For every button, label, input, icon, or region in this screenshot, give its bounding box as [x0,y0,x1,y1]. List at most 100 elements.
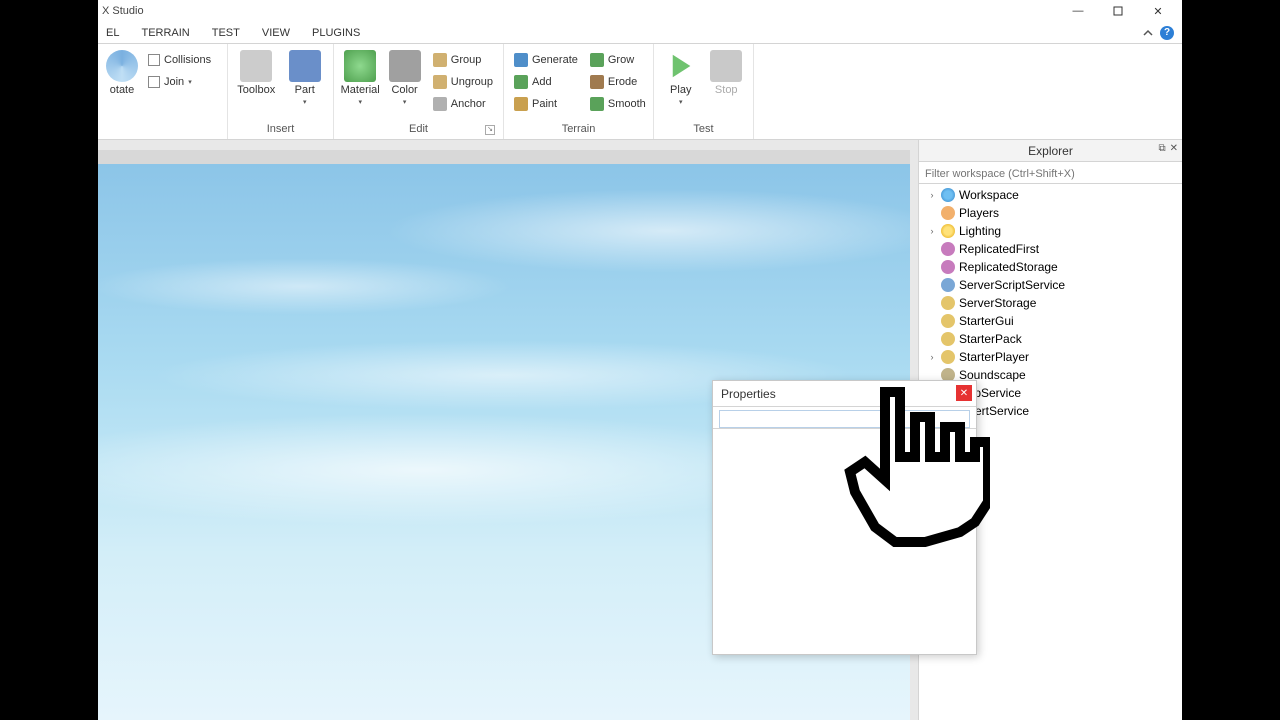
group-icon [433,53,447,67]
expand-icon[interactable]: › [927,190,937,200]
close-panel-icon[interactable]: ✕ [1170,143,1178,154]
chevron-down-icon: ▾ [403,98,407,106]
maximize-button[interactable] [1098,0,1138,22]
group-label-insert: Insert [234,121,327,137]
undock-icon[interactable]: ⧉ [1158,143,1165,154]
ribbon-group-insert: Toolbox Part ▾ Insert [228,44,334,139]
expand-icon[interactable]: › [927,226,937,236]
app-title: X Studio [102,5,144,17]
terrain-col2: Grow Erode Smooth [586,48,650,121]
tree-node-serverstorage[interactable]: ServerStorage [919,294,1182,312]
workspace-icon [941,188,955,202]
ungroup-button[interactable]: Ungroup [429,72,497,92]
tree-node-players[interactable]: Players [919,204,1182,222]
generate-button[interactable]: Generate [510,50,582,70]
color-button[interactable]: Color ▾ [384,48,424,121]
properties-panel[interactable]: Properties ✕ [712,380,977,655]
tree-node-startergui[interactable]: StarterGui [919,312,1182,330]
tree-node-label: Workspace [959,188,1019,202]
part-button[interactable]: Part ▾ [283,48,328,121]
explorer-filter [919,162,1182,184]
properties-filter [713,407,976,429]
menu-terrain[interactable]: TERRAIN [141,27,189,39]
players-icon [941,206,955,220]
tree-node-label: ReplicatedStorage [959,260,1058,274]
group-label-terrain: Terrain [510,121,647,137]
group-label-edit: Edit↘ [340,121,497,137]
main-area: Explorer ⧉ ✕ › Workspace Players ›Lighting R… [98,140,1182,720]
paint-button[interactable]: Paint [510,94,582,114]
ribbon-group-test: Play ▾ Stop Test [654,44,754,139]
tree-node-label: ReplicatedFirst [959,242,1039,256]
tree-node-label: ServerScriptService [959,278,1065,292]
expand-icon[interactable]: ↘ [485,125,495,135]
collisions-toggle[interactable]: Collisions [144,50,215,70]
chevron-down-icon: ▾ [358,98,362,106]
group-button[interactable]: Group [429,50,497,70]
properties-header[interactable]: Properties ✕ [713,381,976,407]
filter-input[interactable] [925,165,1176,183]
add-icon [514,75,528,89]
startergui-icon [941,314,955,328]
anchor-button[interactable]: Anchor [429,94,497,114]
grow-button[interactable]: Grow [586,50,650,70]
tree-node-lighting[interactable]: ›Lighting [919,222,1182,240]
checkbox-icon [148,54,160,66]
tree-node-label: StarterGui [959,314,1014,328]
edit-smallbuttons: Group Ungroup Anchor [429,48,497,121]
chevron-down-icon: ▾ [188,78,192,86]
terrain-col1: Generate Add Paint [510,48,582,121]
stop-icon [710,50,742,82]
ribbon-group-terrain: Generate Add Paint Grow Erode Smooth Ter… [504,44,654,139]
grow-icon [590,53,604,67]
serverscriptservice-icon [941,278,955,292]
smooth-icon [590,97,604,111]
help-icon[interactable]: ? [1160,26,1174,40]
starterplayer-icon [941,350,955,364]
material-button[interactable]: Material ▾ [340,48,380,121]
generate-icon [514,53,528,67]
part-icon [289,50,321,82]
color-icon [389,50,421,82]
expand-icon[interactable]: › [927,352,937,362]
ribbon: otate Collisions Join ▾ [98,44,1182,140]
tree-node-label: Players [959,206,999,220]
tree-node-starterpack[interactable]: StarterPack [919,330,1182,348]
tree-node-starterplayer[interactable]: › StarterPlayer [919,348,1182,366]
panel-controls: ⧉ ✕ [1158,143,1178,154]
toolbox-button[interactable]: Toolbox [234,48,279,121]
paint-icon [514,97,528,111]
properties-close-button[interactable]: ✕ [956,385,972,401]
tree-node-workspace[interactable]: › Workspace [919,186,1182,204]
minimize-button[interactable]: — [1058,0,1098,22]
menubar: EL TERRAIN TEST VIEW PLUGINS ? [98,22,1182,44]
stop-button[interactable]: Stop [706,48,748,121]
window-controls: — ✕ [1058,0,1178,22]
group-label-test: Test [660,121,747,137]
add-button[interactable]: Add [510,72,582,92]
tree-node-serverscriptservice[interactable]: ServerScriptService [919,276,1182,294]
checkbox-icon [148,76,160,88]
ungroup-icon [433,75,447,89]
app-window: X Studio — ✕ EL TERRAIN TEST VIEW PLUGIN… [98,0,1182,720]
menu-test[interactable]: TEST [212,27,240,39]
titlebar: X Studio — ✕ [98,0,1182,22]
play-button[interactable]: Play ▾ [660,48,702,121]
menu-plugins[interactable]: PLUGINS [312,27,360,39]
properties-filter-input[interactable] [719,410,970,428]
tree-node-label: StarterPack [959,332,1022,346]
rotate-button[interactable]: otate [104,48,140,133]
menu-el[interactable]: EL [106,27,119,39]
tree-node-label: StarterPlayer [959,350,1029,364]
tree-node-replicatedstorage[interactable]: ReplicatedStorage [919,258,1182,276]
close-button[interactable]: ✕ [1138,0,1178,22]
rotate-icon [106,50,138,82]
tree-node-replicatedfirst[interactable]: ReplicatedFirst [919,240,1182,258]
menu-view[interactable]: VIEW [262,27,290,39]
smooth-button[interactable]: Smooth [586,94,650,114]
join-toggle[interactable]: Join ▾ [144,72,215,92]
explorer-header: Explorer ⧉ ✕ [919,140,1182,162]
collapse-ribbon-icon[interactable] [1142,27,1154,39]
anchor-icon [433,97,447,111]
erode-button[interactable]: Erode [586,72,650,92]
